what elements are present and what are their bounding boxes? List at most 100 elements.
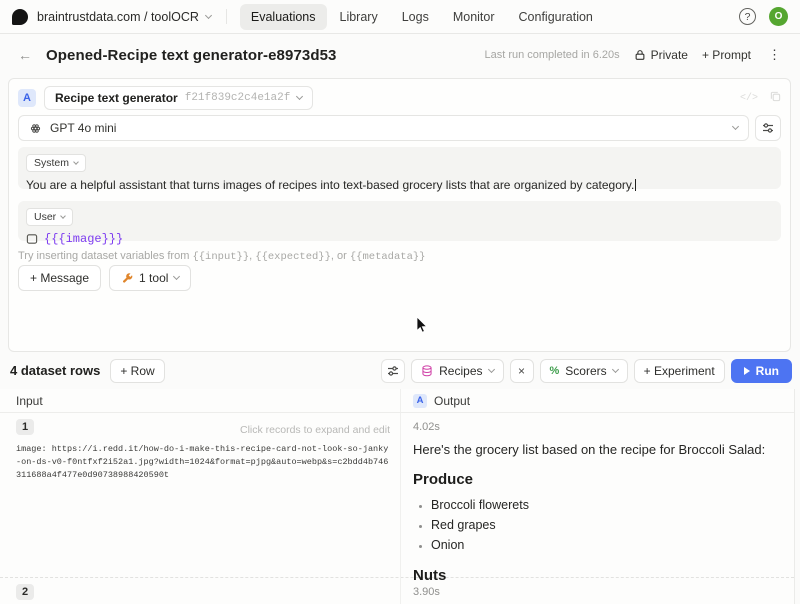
chevron-down-icon	[205, 11, 212, 18]
help-icon[interactable]: ?	[739, 8, 756, 25]
dataset-variables-hint: Try inserting dataset variables from {{i…	[18, 250, 425, 263]
scorers-label: Scorers	[565, 364, 606, 378]
remove-dataset-button[interactable]: ×	[510, 359, 534, 383]
system-prompt-value: You are a helpful assistant that turns i…	[26, 178, 634, 192]
system-message-block[interactable]: System You are a helpful assistant that …	[18, 147, 781, 189]
input-cell[interactable]: 1 Click records to expand and edit image…	[0, 413, 400, 577]
table-settings-button[interactable]	[381, 359, 405, 383]
dataset-rows-count: 4 dataset rows	[8, 363, 100, 378]
prompt-card: A Recipe text generator f21f839c2c4e1a2f…	[8, 78, 791, 352]
table-row[interactable]: 2 3.90s	[0, 578, 794, 604]
sliders-icon	[387, 365, 399, 377]
braintrust-logo-icon[interactable]	[12, 9, 28, 25]
user-avatar[interactable]: O	[769, 7, 788, 26]
page-title: Opened-Recipe text generator-e8973d53	[46, 47, 336, 64]
output-intro: Here's the grocery list based on the rec…	[413, 442, 784, 457]
run-label: Run	[756, 364, 779, 378]
output-column-header: A Output	[400, 389, 794, 412]
privacy-label: Private	[651, 48, 688, 62]
project-switcher[interactable]: braintrustdata.com / toolOCR	[35, 6, 213, 28]
tab-library[interactable]: Library	[329, 4, 389, 30]
database-icon	[421, 365, 433, 377]
output-cell[interactable]: 4.02s Here's the grocery list based on t…	[400, 413, 794, 577]
image-variable[interactable]: {{{image}}}	[44, 232, 123, 246]
hint-var-input: {{input}}	[192, 251, 249, 263]
tools-button[interactable]: 1 tool	[109, 265, 191, 291]
hint-text: Try inserting dataset variables from	[18, 250, 192, 262]
nav-divider	[226, 9, 227, 24]
task-a-badge: A	[18, 89, 36, 107]
app-window: braintrustdata.com / toolOCR Evaluations…	[0, 0, 800, 604]
user-role-chip[interactable]: User	[26, 208, 73, 226]
list-item: Broccoli flowerets	[431, 497, 784, 513]
user-message-block[interactable]: User {{{image}}}	[18, 201, 781, 241]
dataset-toolbar: 4 dataset rows + Row	[0, 352, 800, 389]
tab-monitor[interactable]: Monitor	[442, 4, 506, 30]
row-number-badge: 1	[16, 419, 34, 435]
lock-icon	[634, 49, 646, 61]
add-prompt-button[interactable]: + Prompt	[702, 48, 751, 62]
add-row-button[interactable]: + Row	[110, 359, 164, 383]
model-settings-button[interactable]	[755, 115, 781, 141]
kebab-menu-icon[interactable]: ⋮	[765, 47, 784, 63]
add-message-button[interactable]: + Message	[18, 265, 101, 291]
input-cell[interactable]: 2	[0, 578, 400, 604]
row-number-badge: 2	[16, 584, 34, 600]
tools-label: 1 tool	[139, 271, 168, 285]
last-run-status: Last run completed in 6.20s	[484, 49, 619, 61]
model-selector[interactable]: GPT 4o mini	[18, 115, 749, 141]
code-icon[interactable]: </>	[740, 93, 758, 104]
table-header: Input A Output	[0, 389, 794, 413]
model-name: GPT 4o mini	[50, 121, 116, 135]
copy-icon[interactable]	[770, 91, 781, 105]
openai-icon	[29, 122, 42, 135]
table-row[interactable]: 1 Click records to expand and edit image…	[0, 413, 794, 578]
prompt-id: f21f839c2c4e1a2f	[185, 92, 291, 104]
image-icon	[26, 233, 38, 245]
page-header: ← Opened-Recipe text generator-e8973d53 …	[0, 34, 800, 76]
chevron-down-icon	[487, 365, 494, 372]
task-a-badge: A	[413, 394, 427, 408]
output-cell[interactable]: 3.90s	[400, 578, 794, 604]
chevron-down-icon	[732, 123, 739, 130]
dataset-name: Recipes	[439, 364, 482, 378]
chevron-down-icon	[612, 365, 619, 372]
privacy-button[interactable]: Private	[634, 48, 688, 62]
system-role-label: System	[34, 157, 69, 169]
add-experiment-button[interactable]: + Experiment	[634, 359, 725, 383]
prompt-selector[interactable]: Recipe text generator f21f839c2c4e1a2f	[44, 86, 313, 110]
main-tabs: Evaluations Library Logs Monitor Configu…	[240, 4, 604, 30]
back-icon[interactable]: ←	[16, 45, 34, 65]
play-icon	[744, 367, 750, 375]
dataset-selector[interactable]: Recipes	[411, 359, 503, 383]
chevron-down-icon	[296, 93, 303, 100]
chevron-down-icon	[173, 273, 180, 280]
input-column-header: Input	[0, 389, 400, 412]
user-role-label: User	[34, 211, 56, 223]
system-role-chip[interactable]: System	[26, 154, 86, 172]
percent-icon: %	[550, 365, 560, 377]
input-header-label: Input	[16, 394, 43, 408]
run-button[interactable]: Run	[731, 359, 792, 383]
chevron-down-icon	[73, 159, 79, 165]
duration-badge: 4.02s	[413, 421, 784, 433]
sliders-icon	[762, 122, 774, 134]
system-prompt-text[interactable]: You are a helpful assistant that turns i…	[26, 178, 773, 192]
output-section-heading: Produce	[413, 471, 784, 488]
input-value: image: https://i.redd.it/how-do-i-make-t…	[16, 443, 390, 482]
tab-logs[interactable]: Logs	[391, 4, 440, 30]
project-name: braintrustdata.com / toolOCR	[37, 10, 199, 24]
dataset-table: Input A Output 1 Click records to expand…	[0, 389, 795, 604]
text-caret	[635, 179, 636, 191]
output-item-list: Broccoli flowerets Red grapes Onion	[431, 497, 784, 553]
scorers-selector[interactable]: % Scorers	[540, 359, 628, 383]
duration-badge: 3.90s	[413, 586, 784, 598]
hint-sep: , or	[331, 250, 350, 262]
list-item: Onion	[431, 537, 784, 553]
prompt-name: Recipe text generator	[55, 91, 178, 105]
list-item: Red grapes	[431, 517, 784, 533]
tab-configuration[interactable]: Configuration	[508, 4, 604, 30]
hint-var-metadata: {{metadata}}	[350, 251, 426, 263]
tab-evaluations[interactable]: Evaluations	[240, 4, 327, 30]
expand-hint: Click records to expand and edit	[240, 424, 390, 436]
